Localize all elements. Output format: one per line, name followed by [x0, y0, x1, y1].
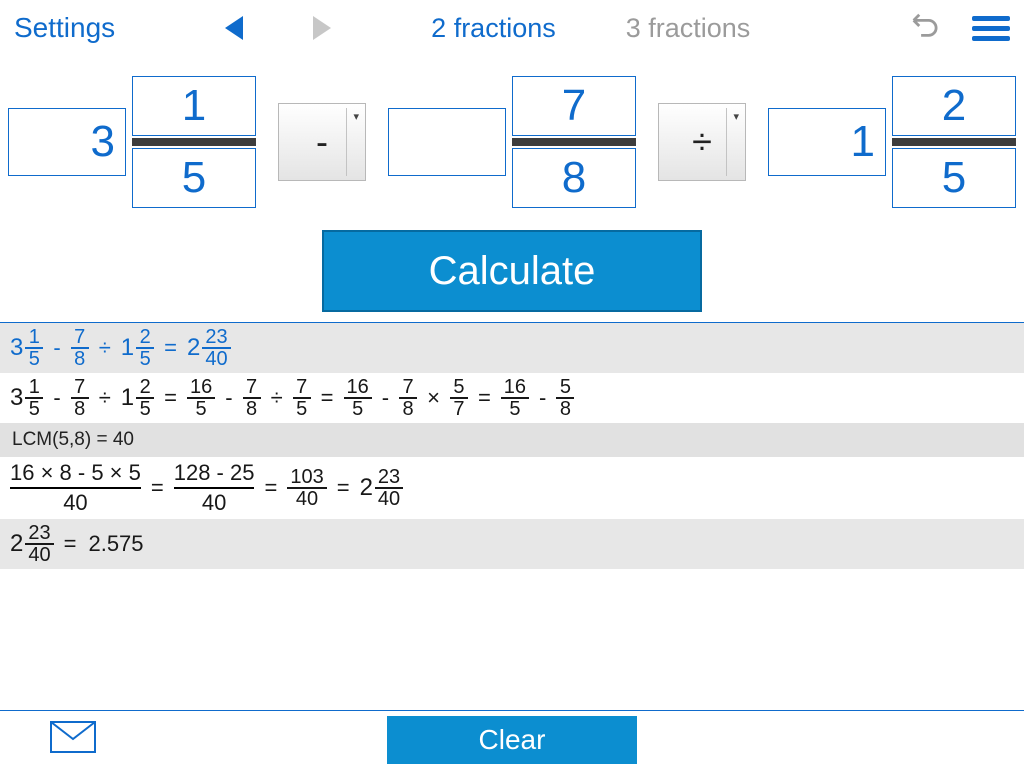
step-combine-row: 16 × 8 - 5 × 540 = 128 - 2540 = 10340 = …	[0, 457, 1024, 519]
next-arrow	[313, 16, 331, 40]
numerator-3-input[interactable]: 2	[892, 76, 1016, 136]
clear-button[interactable]: Clear	[387, 716, 637, 764]
fraction-bar	[512, 138, 636, 146]
operator-1-select[interactable]: -	[278, 103, 366, 181]
whole-2-input[interactable]	[388, 108, 506, 176]
denominator-2-input[interactable]: 8	[512, 148, 636, 208]
fraction-bar	[132, 138, 256, 146]
tab-3-fractions[interactable]: 3 fractions	[626, 13, 751, 44]
fraction-1: 3 1 5	[8, 76, 256, 208]
whole-1-input[interactable]: 3	[8, 108, 126, 176]
decimal-row: 22340 = 2.575	[0, 519, 1024, 569]
work-area: 315 - 78 ÷ 125 = 22340 315 - 78 ÷ 125 = …	[0, 323, 1024, 569]
calculate-button[interactable]: Calculate	[322, 230, 702, 312]
denominator-3-input[interactable]: 5	[892, 148, 1016, 208]
numerator-2-input[interactable]: 7	[512, 76, 636, 136]
mail-icon[interactable]	[50, 721, 96, 758]
menu-icon[interactable]	[972, 16, 1010, 41]
step-improper-row: 315 - 78 ÷ 125 = 165 - 78 ÷ 75 = 165 - 7…	[0, 373, 1024, 423]
result-summary-row: 315 - 78 ÷ 125 = 22340	[0, 323, 1024, 373]
operator-2-select[interactable]: ÷	[658, 103, 746, 181]
fraction-bar	[892, 138, 1016, 146]
fraction-2: 7 8	[388, 76, 636, 208]
undo-icon[interactable]	[908, 11, 938, 46]
whole-3-input[interactable]: 1	[768, 108, 886, 176]
tab-2-fractions[interactable]: 2 fractions	[431, 13, 556, 44]
lcm-row: LCM(5,8) = 40	[0, 423, 1024, 457]
prev-arrow[interactable]	[225, 16, 243, 40]
settings-link[interactable]: Settings	[14, 12, 115, 44]
denominator-1-input[interactable]: 5	[132, 148, 256, 208]
numerator-1-input[interactable]: 1	[132, 76, 256, 136]
fraction-3: 1 2 5	[768, 76, 1016, 208]
